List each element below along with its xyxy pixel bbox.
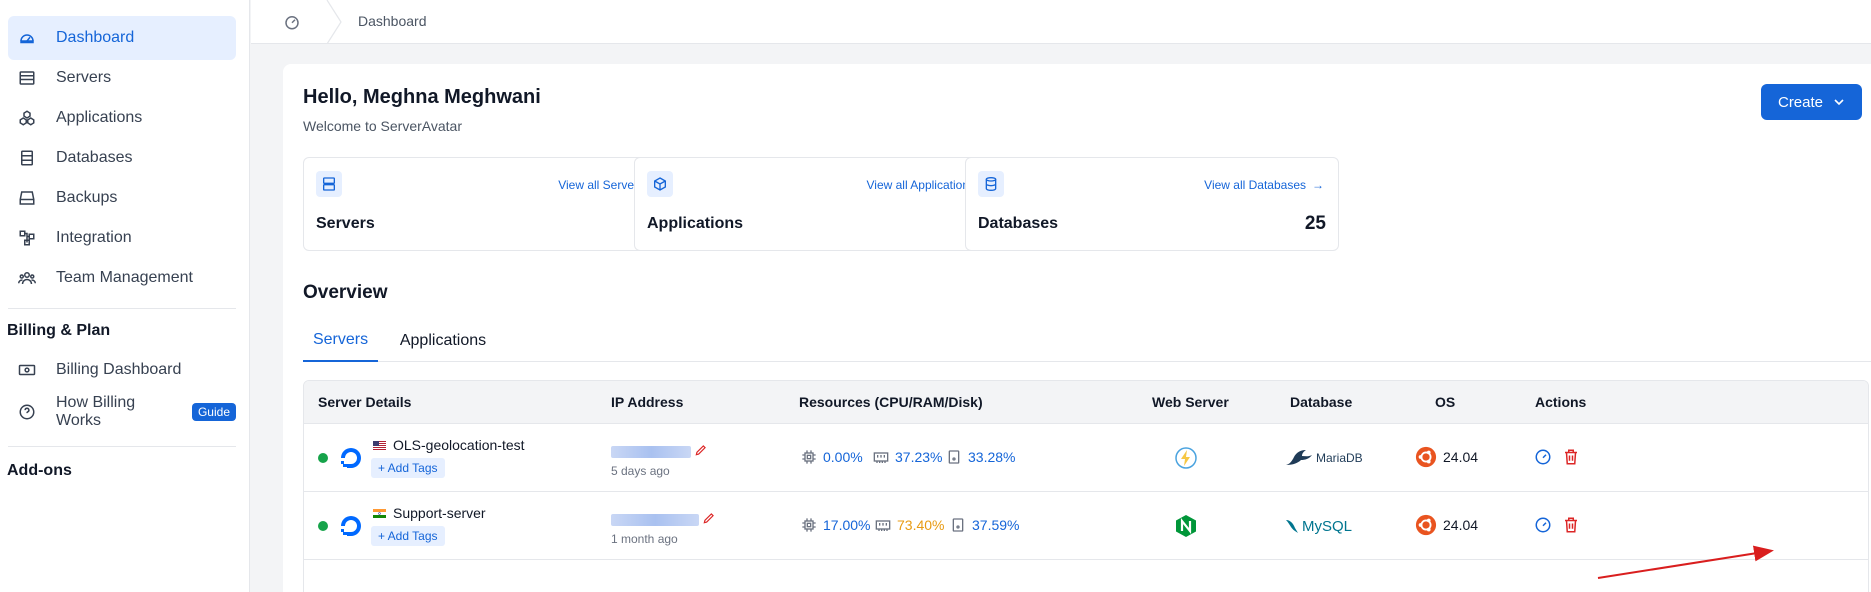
annotation-arrow — [1597, 545, 1774, 579]
